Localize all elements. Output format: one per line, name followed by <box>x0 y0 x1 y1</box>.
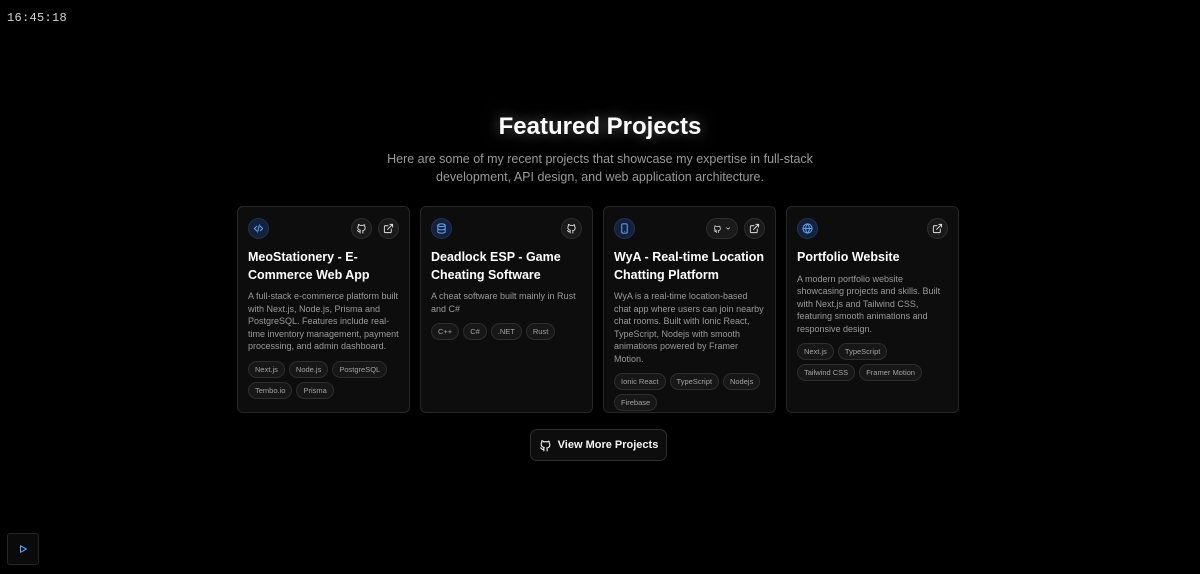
card-title: Deadlock ESP - Game Cheating Software <box>431 250 561 282</box>
external-link-icon <box>749 223 760 234</box>
card-actions <box>351 218 399 239</box>
card-description: A full-stack e-commerce platform built w… <box>248 291 399 351</box>
tag-list: Next.js TypeScript Tailwind CSS Framer M… <box>797 343 948 381</box>
tag: Framer Motion <box>859 364 922 381</box>
card-title: MeoStationery - E-Commerce Web App <box>248 250 370 282</box>
tag: Firebase <box>614 394 658 411</box>
database-icon <box>431 218 452 239</box>
card-header <box>797 218 948 239</box>
tag: Tailwind CSS <box>797 364 856 381</box>
globe-icon <box>797 218 818 239</box>
external-link-button[interactable] <box>378 218 399 239</box>
external-link-icon <box>383 223 394 234</box>
card-actions <box>561 218 582 239</box>
section-title: Featured Projects <box>498 113 702 140</box>
play-button[interactable] <box>7 533 39 565</box>
card-description: WyA is a real-time location-based chat a… <box>614 291 764 364</box>
github-icon <box>356 223 366 234</box>
tag: PostgreSQL <box>332 360 388 378</box>
github-icon <box>539 439 551 451</box>
tag: C# <box>463 323 487 340</box>
github-button[interactable] <box>351 218 372 239</box>
code-icon <box>248 218 269 239</box>
view-more-projects-button[interactable]: View More Projects <box>530 429 667 461</box>
project-card-portfolio: Portfolio Website A modern portfolio web… <box>786 206 959 413</box>
play-icon <box>19 545 27 553</box>
tag: Prisma <box>296 381 334 399</box>
chevron-down-icon <box>726 227 730 230</box>
tag: TypeScript <box>837 343 888 360</box>
tag: Node.js <box>288 360 329 378</box>
view-more-label: View More Projects <box>557 439 659 451</box>
card-title: WyA - Real-time Location Chatting Platfo… <box>614 250 765 282</box>
projects-grid: MeoStationery - E-Commerce Web App A ful… <box>237 206 959 413</box>
tag: Rust <box>525 323 556 340</box>
card-actions <box>927 218 948 239</box>
external-link-icon <box>932 223 943 234</box>
tag: Ionic React <box>614 373 666 390</box>
card-title: Portfolio Website <box>797 250 900 264</box>
card-header <box>431 218 582 239</box>
tag: Tembo.io <box>248 381 293 399</box>
tag-list: Ionic React TypeScript Nodejs Firebase <box>614 373 765 411</box>
card-description: A modern portfolio website showcasing pr… <box>797 273 941 334</box>
tag: Next.js <box>248 360 285 378</box>
github-icon <box>566 223 576 234</box>
external-link-button[interactable] <box>744 218 765 239</box>
mobile-icon <box>614 218 635 239</box>
tag-list: C++ C# .NET Rust <box>431 323 582 340</box>
project-card-wya: WyA - Real-time Location Chatting Platfo… <box>603 206 776 413</box>
github-dropdown-button[interactable] <box>706 218 738 239</box>
project-card-meostationery: MeoStationery - E-Commerce Web App A ful… <box>237 206 410 413</box>
tag-list: Next.js Node.js PostgreSQL Tembo.io Pris… <box>248 360 399 399</box>
github-icon <box>713 224 721 233</box>
external-link-button[interactable] <box>927 218 948 239</box>
card-header <box>248 218 399 239</box>
section-subtitle: Here are some of my recent projects that… <box>387 152 813 184</box>
card-actions <box>706 218 765 239</box>
card-description: A cheat software built mainly in Rust an… <box>431 291 576 314</box>
page: 16:45:18 Featured Projects Here are some… <box>0 0 1200 574</box>
tag: .NET <box>490 323 522 340</box>
project-card-deadlock-esp: Deadlock ESP - Game Cheating Software A … <box>420 206 593 413</box>
tag: C++ <box>431 323 460 340</box>
github-button[interactable] <box>561 218 582 239</box>
tag: TypeScript <box>669 373 719 390</box>
clock-text: 16:45:18 <box>7 11 68 25</box>
tag: Next.js <box>797 343 834 360</box>
tag: Nodejs <box>722 373 761 390</box>
card-header <box>614 218 765 239</box>
